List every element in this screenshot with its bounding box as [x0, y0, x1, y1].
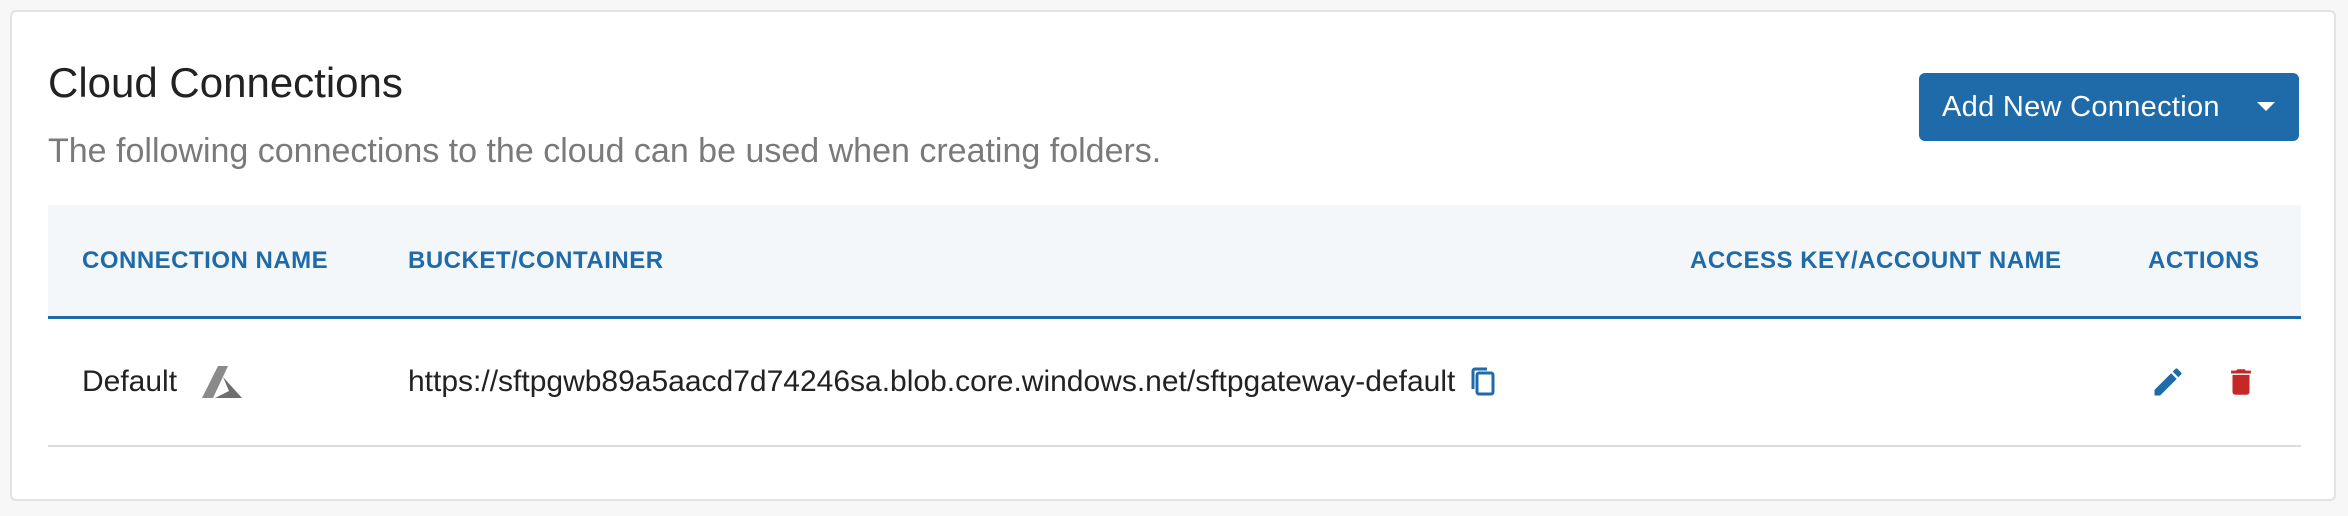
pencil-icon[interactable] [2150, 364, 2186, 400]
column-header-access-key: ACCESS KEY/ACCOUNT NAME [1690, 246, 2062, 274]
copy-icon[interactable] [1469, 366, 1497, 398]
column-header-actions: ACTIONS [2148, 246, 2260, 274]
caret-down-icon [2257, 102, 2275, 111]
table-row: Default https://sftpgwb89a5aacd7d74246sa… [48, 319, 2301, 447]
connection-name: Default [82, 365, 178, 398]
column-header-bucket-container: BUCKET/CONTAINER [408, 246, 664, 274]
bucket-container-url: https://sftpgwb89a5aacd7d74246sa.blob.co… [408, 365, 1456, 398]
page-title: Cloud Connections [48, 59, 403, 106]
column-header-connection-name: CONNECTION NAME [82, 246, 329, 274]
bucket-container-cell: https://sftpgwb89a5aacd7d74246sa.blob.co… [408, 319, 1497, 445]
add-new-connection-button[interactable]: Add New Connection [1919, 73, 2299, 141]
actions-cell [2150, 319, 2258, 445]
azure-icon [201, 365, 243, 399]
trash-icon[interactable] [2224, 364, 2258, 400]
page-subtitle: The following connections to the cloud c… [48, 132, 1162, 170]
cloud-connections-card: Cloud Connections The following connecti… [10, 10, 2336, 501]
connection-name-cell: Default [82, 319, 243, 445]
table-header: CONNECTION NAME BUCKET/CONTAINER ACCESS … [48, 205, 2301, 319]
add-new-connection-label: Add New Connection [1942, 90, 2220, 123]
